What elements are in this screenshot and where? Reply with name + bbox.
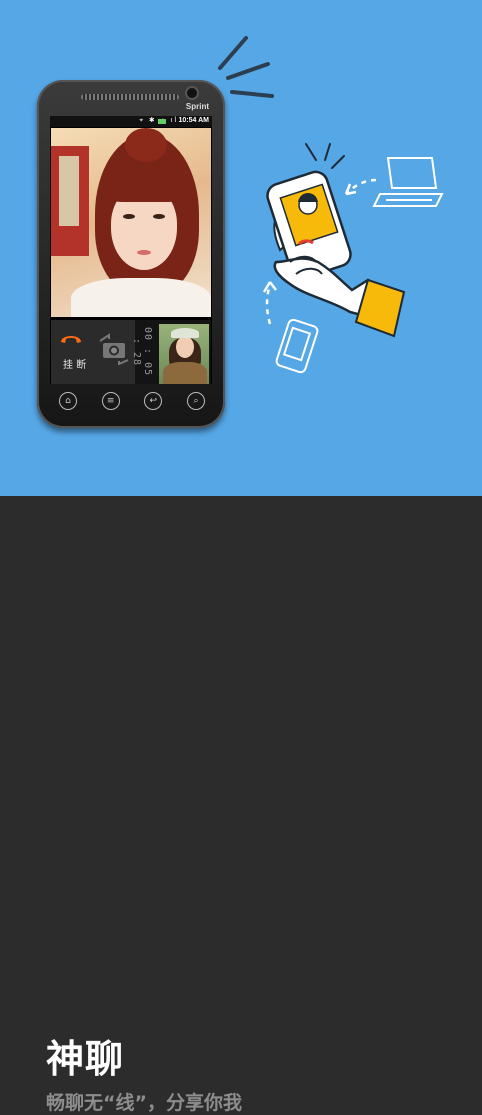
small-phone-icon: [275, 318, 319, 374]
page-title: 神聊: [46, 1037, 125, 1081]
laptop-icon: [372, 157, 444, 207]
intro-panel: 神聊 畅聊无“线”，分享你我: [0, 496, 482, 1114]
arrow-to-phone-icon: [265, 283, 272, 325]
signal-lines-icon: [305, 143, 345, 169]
sharing-illustration: [262, 143, 444, 374]
hero-illustration: Sprint ⌖ ✱ ◔ ıl 10:54 AM: [0, 0, 482, 496]
page-subtitle: 畅聊无“线”，分享你我: [46, 1092, 242, 1114]
